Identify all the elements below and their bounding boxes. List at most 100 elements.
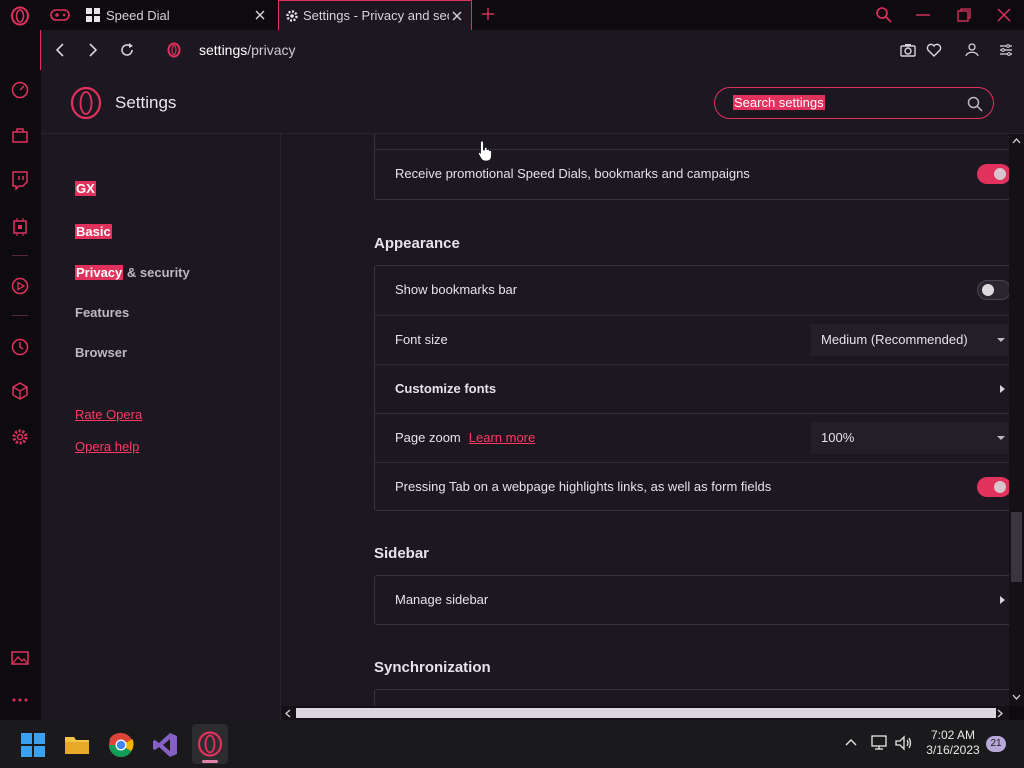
- row-label: Pressing Tab on a webpage highlights lin…: [395, 479, 772, 494]
- rate-opera-link[interactable]: Rate Opera: [75, 407, 142, 422]
- vertical-scrollbar[interactable]: [1009, 134, 1024, 706]
- chevron-right-icon: [1000, 596, 1005, 604]
- privacy-card: Receive promotional Speed Dials, bookmar…: [374, 134, 1009, 200]
- opera-gx-taskbar-icon: [197, 731, 223, 757]
- nav-item-features[interactable]: Features: [75, 305, 129, 320]
- settings-row-manage-sidebar[interactable]: Manage sidebar: [375, 576, 1009, 625]
- camera-snapshot-icon[interactable]: [900, 42, 916, 58]
- cpu-control-icon[interactable]: [10, 217, 30, 237]
- speedometer-icon[interactable]: [10, 80, 30, 100]
- nav-item-privacy-security[interactable]: Privacy & security: [75, 265, 190, 280]
- close-tab-icon[interactable]: [449, 8, 465, 24]
- settings-row-font-size: Font size Medium (Recommended): [375, 315, 1009, 364]
- opera-gx-logo-icon[interactable]: [10, 6, 30, 26]
- page-zoom-select[interactable]: 100%: [811, 422, 1009, 454]
- close-tab-icon[interactable]: [252, 7, 268, 23]
- player-icon[interactable]: [10, 276, 30, 296]
- chevron-down-icon: [997, 338, 1005, 342]
- shopping-bag-icon[interactable]: [10, 125, 30, 145]
- nav-label: GX: [75, 181, 96, 196]
- minimize-icon[interactable]: [916, 14, 930, 16]
- nav-label: & security: [123, 265, 190, 280]
- account-user-icon[interactable]: [965, 42, 979, 58]
- settings-row-customize-fonts[interactable]: Customize fonts: [375, 364, 1009, 413]
- scroll-right-icon[interactable]: [997, 709, 1003, 718]
- taskbar-active-app[interactable]: [192, 724, 228, 764]
- sidebar-divider: [12, 315, 28, 316]
- active-indicator: [202, 760, 218, 763]
- horizontal-scroll-thumb[interactable]: [296, 708, 996, 718]
- search-settings-input[interactable]: Search settings: [714, 87, 994, 119]
- more-dots-icon[interactable]: [10, 690, 30, 710]
- reload-icon[interactable]: [119, 42, 135, 58]
- chevron-down-icon: [997, 436, 1005, 440]
- clock-date: 3/16/2023: [926, 743, 980, 757]
- settings-row: [375, 134, 1009, 148]
- tab-highlight-toggle[interactable]: [977, 477, 1009, 497]
- notification-badge[interactable]: 21: [986, 736, 1006, 752]
- nav-label: Basic: [75, 224, 112, 239]
- sidebar-divider: [12, 255, 28, 256]
- settings-content: Receive promotional Speed Dials, bookmar…: [281, 134, 1009, 706]
- scroll-up-icon[interactable]: [1012, 138, 1021, 144]
- visual-studio-icon[interactable]: [152, 732, 178, 758]
- learn-more-link[interactable]: Learn more: [469, 430, 535, 445]
- settings-nav: GX Basic Privacy & security Features Bro…: [41, 134, 281, 720]
- tab-settings[interactable]: Settings - Privacy and security: [278, 0, 472, 30]
- wallpaper-image-icon[interactable]: [10, 648, 30, 668]
- page-title: Settings: [115, 93, 177, 112]
- vertical-scroll-thumb[interactable]: [1011, 512, 1022, 582]
- address-bar: settings/privacy: [40, 30, 1024, 70]
- settings-row-tab-highlight: Pressing Tab on a webpage highlights lin…: [375, 462, 1009, 511]
- search-tabs-icon[interactable]: [875, 6, 893, 24]
- heart-icon[interactable]: [926, 42, 942, 58]
- windows-start-icon[interactable]: [20, 732, 46, 758]
- taskbar-clock[interactable]: 7:02 AM 3/16/2023: [922, 728, 984, 758]
- section-heading-sync: Synchronization: [374, 659, 491, 676]
- network-icon[interactable]: [871, 735, 889, 751]
- promo-toggle[interactable]: [977, 164, 1009, 184]
- restore-icon[interactable]: [957, 8, 971, 22]
- search-icon[interactable]: [967, 96, 983, 112]
- tab-label: Speed Dial: [106, 7, 170, 23]
- forward-arrow-icon[interactable]: [86, 42, 100, 58]
- opera-help-link[interactable]: Opera help: [75, 439, 139, 454]
- close-window-icon[interactable]: [997, 8, 1011, 22]
- nav-item-browser[interactable]: Browser: [75, 345, 127, 360]
- new-tab-plus-icon[interactable]: [481, 7, 495, 21]
- sync-card: [374, 689, 1009, 706]
- url-path: /privacy: [247, 42, 296, 58]
- volume-icon[interactable]: [895, 735, 913, 751]
- nav-label-highlight: Privacy: [75, 265, 124, 280]
- settings-row-promo: Receive promotional Speed Dials, bookmar…: [375, 149, 1009, 198]
- settings-header: Settings Search settings: [41, 70, 1024, 134]
- font-size-select[interactable]: Medium (Recommended): [811, 324, 1009, 356]
- back-arrow-icon[interactable]: [53, 42, 67, 58]
- chevron-right-icon: [1000, 385, 1005, 393]
- settings-row-bookmarks[interactable]: Show bookmarks bar: [375, 266, 1009, 315]
- extensions-cube-icon[interactable]: [10, 381, 30, 401]
- nav-item-gx[interactable]: GX: [75, 181, 96, 196]
- select-value: Medium (Recommended): [821, 332, 968, 347]
- easy-setup-menu-icon[interactable]: [999, 43, 1013, 57]
- opera-o-icon: [167, 42, 181, 58]
- chevron-up-icon[interactable]: [845, 738, 857, 746]
- settings-gear-icon[interactable]: [10, 427, 30, 447]
- sidebar-card: Manage sidebar: [374, 575, 1009, 625]
- scroll-left-icon[interactable]: [285, 709, 291, 718]
- row-label: Customize fonts: [395, 381, 497, 396]
- file-explorer-icon[interactable]: [64, 732, 90, 758]
- tab-speed-dial[interactable]: Speed Dial: [78, 0, 274, 30]
- row-label: Show bookmarks bar: [395, 282, 518, 297]
- gamepad-icon[interactable]: [50, 8, 70, 22]
- scroll-down-icon[interactable]: [1012, 694, 1021, 700]
- bookmarks-bar-toggle[interactable]: [977, 280, 1009, 300]
- twitch-icon[interactable]: [10, 170, 30, 190]
- nav-item-basic[interactable]: Basic: [75, 224, 112, 239]
- row-label: Font size: [395, 332, 448, 347]
- title-bar: Speed Dial Settings - Privacy and securi…: [0, 0, 1024, 30]
- clock-time: 7:02 AM: [930, 728, 976, 742]
- history-clock-icon[interactable]: [10, 337, 30, 357]
- chrome-icon[interactable]: [108, 732, 134, 758]
- url-text[interactable]: settings/privacy: [199, 42, 295, 58]
